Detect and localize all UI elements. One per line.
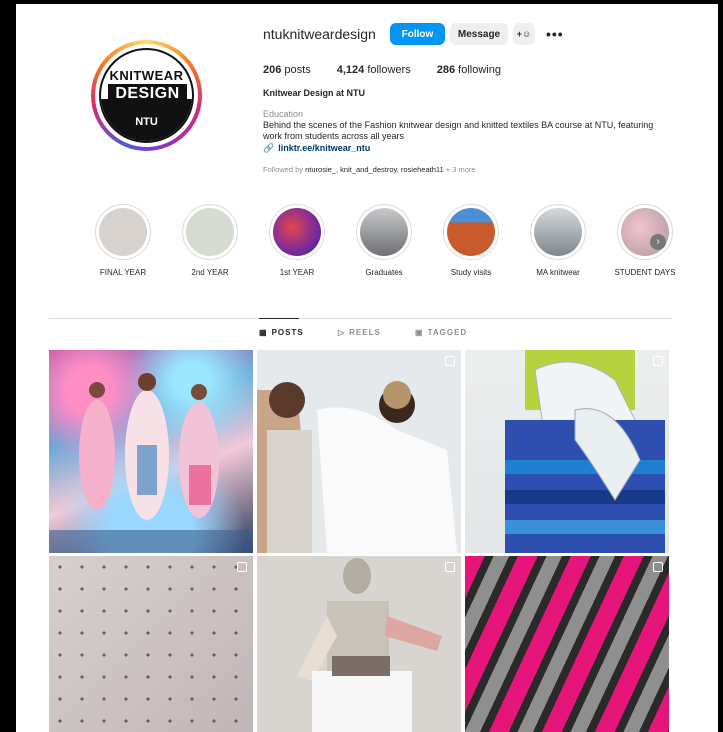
followed-by[interactable]: Followed by nturosie_, knit_and_destroy,… [263, 165, 476, 174]
model-image [257, 556, 461, 732]
carousel-icon [653, 356, 663, 366]
runway-image [49, 373, 253, 553]
tab-posts[interactable]: ▦ POSTS [259, 328, 304, 337]
followers-stat[interactable]: 4,124 followers [337, 64, 411, 76]
carousel-icon [237, 562, 247, 572]
reels-icon: ▷ [338, 328, 346, 337]
instagram-profile-page: KNITWEAR DESIGN NTU ntuknitweardesign Fo… [16, 4, 718, 732]
highlight-ma-knitwear[interactable]: MA knitwear [521, 204, 595, 277]
active-tab-indicator [259, 318, 299, 319]
link-icon: 🔗 [263, 143, 275, 153]
add-user-icon[interactable]: +☺ [513, 23, 535, 45]
highlight-cover [273, 208, 321, 256]
carousel-icon [653, 562, 663, 572]
tab-reels[interactable]: ▷ REELS [338, 328, 381, 337]
highlight-label: STUDENT DAYS [614, 268, 676, 277]
carousel-icon [445, 562, 455, 572]
post-thumbnail[interactable] [257, 556, 461, 732]
highlight-student-days[interactable]: STUDENT DAYS [608, 204, 682, 277]
profile-link[interactable]: 🔗 linktr.ee/knitwear_ntu [263, 143, 370, 154]
highlight-study-visits[interactable]: Study visits [434, 204, 508, 277]
followed-by-names[interactable]: nturosie_, knit_and_destroy, rosieheath1… [305, 165, 444, 174]
avatar-logo: KNITWEAR DESIGN NTU [99, 48, 194, 143]
carousel-icon [445, 356, 455, 366]
post-thumbnail[interactable] [49, 350, 253, 553]
highlight-label: Graduates [365, 268, 403, 277]
message-button[interactable]: Message [450, 23, 508, 45]
highlight-cover [186, 208, 234, 256]
highlight-cover [360, 208, 408, 256]
chevron-right-icon[interactable]: › [650, 234, 666, 250]
highlight-2nd-year[interactable]: 2nd YEAR [173, 204, 247, 277]
logo-line-design: DESIGN [108, 84, 187, 104]
highlight-label: 1st YEAR [279, 268, 315, 277]
profile-avatar[interactable]: KNITWEAR DESIGN NTU [91, 40, 202, 151]
profile-stats: 206 posts 4,124 followers 286 following [263, 64, 501, 76]
photoshoot-image [257, 350, 461, 553]
posts-stat: 206 posts [263, 64, 311, 76]
highlight-label: MA knitwear [536, 268, 580, 277]
tab-tagged[interactable]: ▣ TAGGED [415, 328, 467, 337]
more-options-icon[interactable]: ••• [546, 26, 564, 42]
post-thumbnail[interactable] [257, 350, 461, 553]
post-thumbnail[interactable] [49, 556, 253, 732]
highlight-graduates[interactable]: Graduates [347, 204, 421, 277]
highlight-label: FINAL YEAR [99, 268, 147, 277]
profile-full-name: Knitwear Design at NTU [263, 88, 366, 98]
highlight-cover [447, 208, 495, 256]
post-thumbnail[interactable] [465, 350, 669, 553]
profile-bio: Behind the scenes of the Fashion knitwea… [263, 120, 654, 141]
tabs-divider [49, 318, 672, 319]
logo-line-ntu: NTU [135, 116, 158, 128]
highlight-cover [534, 208, 582, 256]
logo-line-knitwear: KNITWEAR [109, 68, 184, 83]
tagged-icon: ▣ [415, 328, 424, 337]
highlight-final-year[interactable]: FINAL YEAR [86, 204, 160, 277]
highlight-1st-year[interactable]: 1st YEAR [260, 204, 334, 277]
knit-garment-image [505, 350, 665, 553]
following-stat[interactable]: 286 following [437, 64, 501, 76]
profile-username[interactable]: ntuknitweardesign [263, 26, 376, 42]
highlight-cover [99, 208, 147, 256]
highlight-label: Study visits [450, 268, 492, 277]
profile-link-text[interactable]: linktr.ee/knitwear_ntu [278, 143, 370, 154]
post-thumbnail[interactable] [465, 556, 669, 732]
grid-icon: ▦ [259, 328, 268, 337]
highlight-label: 2nd YEAR [191, 268, 229, 277]
follow-button[interactable]: Follow [390, 23, 445, 45]
profile-category: Education [263, 109, 304, 119]
